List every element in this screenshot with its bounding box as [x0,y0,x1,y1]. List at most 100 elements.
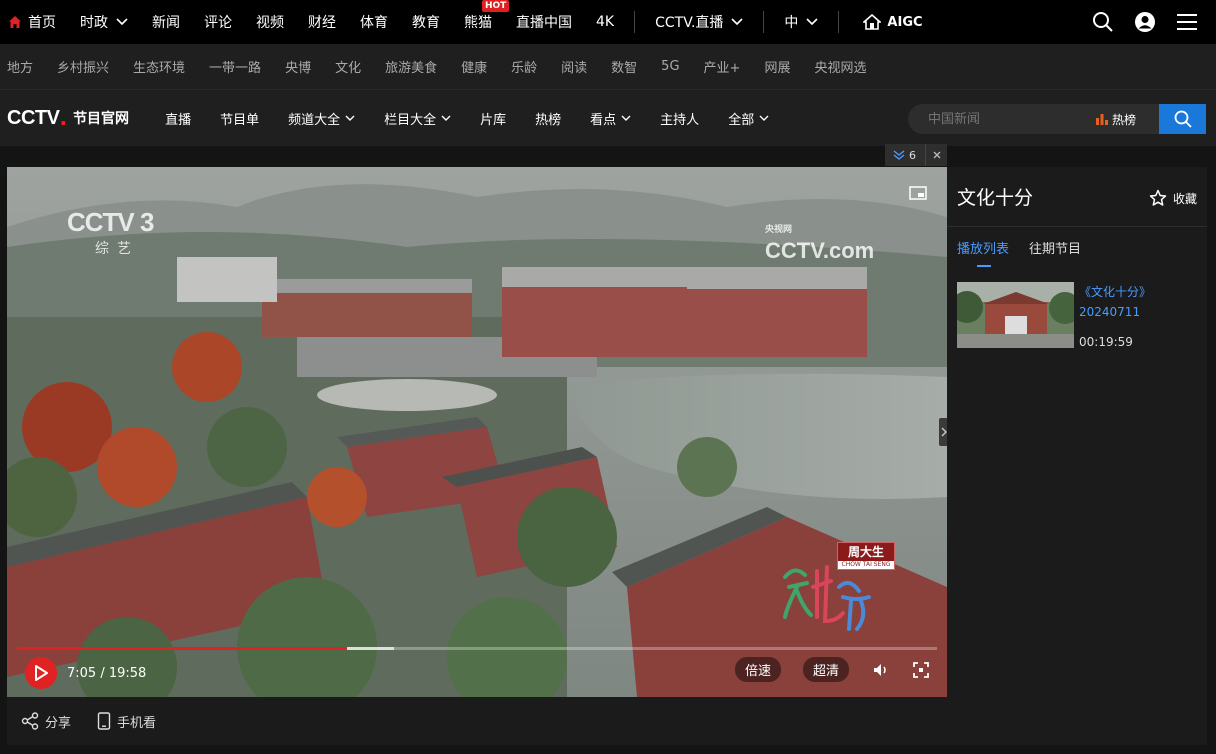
nav-schedule[interactable]: 节目单 [220,109,259,128]
bar-chart-icon [1096,114,1108,125]
sub-item-reading[interactable]: 阅读 [561,57,587,76]
nav-columns-label: 栏目大全 [384,112,437,128]
controls-right: 倍速 超清 [713,657,929,682]
nav-hosts[interactable]: 主持人 [660,109,699,128]
sub-item-yangbo[interactable]: 央博 [285,57,311,76]
tab-playlist[interactable]: 播放列表 [957,238,1009,267]
nav-all[interactable]: 全部 [728,109,769,128]
watermark-text: CCTV [765,238,823,263]
nav-highlights-label: 看点 [590,112,617,128]
nav-4k[interactable]: 4K [584,0,626,44]
hot-rank-label: 热榜 [1112,112,1137,127]
episode-date: 20240711 [1079,305,1141,319]
nav-channels[interactable]: 频道大全 [288,109,355,128]
watermark-small: 央视网 [765,224,793,234]
pip-icon [909,186,927,200]
nav-channels-label: 频道大全 [288,112,341,128]
sub-item-local[interactable]: 地方 [7,57,33,76]
nav-finance[interactable]: 财经 [296,0,348,44]
cctv-logo[interactable]: CCTV . 节目官网 [7,106,129,130]
nav-library[interactable]: 片库 [480,109,506,128]
menu-icon[interactable] [1176,13,1198,31]
quality-button[interactable]: 超清 [802,657,849,682]
fullscreen-icon [913,661,929,678]
picture-in-picture-button[interactable] [909,185,927,204]
cctv-com-watermark: 央视网 CCTV.com [765,212,874,264]
sub-item-5g[interactable]: 5G [661,59,679,74]
progress-bar[interactable] [17,647,937,650]
nav-commentary[interactable]: 评论 [192,0,244,44]
channel-sub-label: 综艺 [95,241,139,257]
user-icon[interactable] [1134,11,1156,33]
tab-past-episodes[interactable]: 往期节目 [1029,238,1081,257]
share-button[interactable]: 分享 [21,712,71,731]
volume-icon [874,663,886,676]
top-right-actions [1092,0,1198,44]
search-icon[interactable] [1092,11,1114,33]
collapse-tab: 6 [885,144,947,166]
mobile-icon [97,712,111,730]
nav-live[interactable]: 直播 [165,109,191,128]
speed-button[interactable]: 倍速 [734,657,781,682]
search-button[interactable] [1159,104,1206,134]
list-item[interactable]: 《文化十分》 20240711 00:19:59 [957,282,1197,349]
nav-education[interactable]: 教育 [400,0,452,44]
nav-hot-list[interactable]: 热榜 [535,109,561,128]
sub-item-rural[interactable]: 乡村振兴 [57,57,109,76]
sub-item-digital[interactable]: 数智 [611,57,637,76]
nav-panda[interactable]: 熊猫 HOT [452,0,510,44]
nav-columns[interactable]: 栏目大全 [384,109,451,128]
nav-4k-label: 4K [596,14,615,30]
chevron-down-icon [116,18,128,26]
volume-button[interactable] [873,663,889,677]
nav-finance-label: 财经 [308,15,336,31]
share-label: 分享 [45,715,72,731]
sidebar-header: 文化十分 收藏 [947,167,1207,227]
nav-cctv-live[interactable]: CCTV.直播 [643,0,755,44]
nav-highlights[interactable]: 看点 [590,109,631,128]
share-icon [21,712,39,730]
program-title: 文化十分 [957,187,1034,209]
sub-item-belt-road[interactable]: 一带一路 [209,57,261,76]
expand-toggle[interactable]: 6 [885,149,925,162]
nav-politics[interactable]: 时政 [68,0,140,44]
collapse-count: 6 [909,148,916,162]
program-nav: 直播 节目单 频道大全 栏目大全 片库 热榜 看点 主持人 全部 [165,109,798,128]
aigc-link[interactable]: AIGC [851,0,934,44]
fullscreen-button[interactable] [913,661,929,678]
chevron-down-icon [731,18,743,26]
star-icon [1149,189,1167,206]
sub-item-shop[interactable]: 央视网选 [814,57,866,76]
sub-item-health[interactable]: 健康 [461,57,487,76]
nav-news[interactable]: 新闻 [140,0,192,44]
close-button[interactable] [925,144,947,166]
episode-duration: 00:19:59 [1079,335,1133,349]
search-input[interactable] [928,111,1088,127]
sub-item-senior[interactable]: 乐龄 [511,57,537,76]
sub-item-culture[interactable]: 文化 [335,57,361,76]
double-chevron-down-icon [893,150,905,160]
chevron-down-icon [621,115,631,121]
channel-logo: CCTV 3 综艺 [67,207,154,258]
sub-item-travel-food[interactable]: 旅游美食 [385,57,437,76]
channel-logo-text: CCTV 3 [67,207,154,237]
nav-home[interactable]: 首页 [0,0,68,44]
nav-hot-list-label: 热榜 [535,112,562,128]
language-selector[interactable]: 中 [772,0,830,44]
favorite-button[interactable]: 收藏 [1149,189,1197,207]
nav-video[interactable]: 视频 [244,0,296,44]
sub-item-exhibition[interactable]: 网展 [764,57,790,76]
video-player[interactable]: CCTV 3 综艺 央视网 CCTV.com 周大生 CHOW TAI SENG… [7,167,947,697]
nav-news-label: 新闻 [152,15,180,31]
play-button[interactable] [25,657,57,689]
language-label: 中 [784,15,799,31]
nav-live-china[interactable]: 直播中国 [504,0,584,44]
nav-sports[interactable]: 体育 [348,0,400,44]
sub-item-ecology[interactable]: 生态环境 [133,57,185,76]
search-icon [1174,110,1192,128]
hot-rank-link[interactable]: 热榜 [1096,111,1136,128]
sub-item-industry[interactable]: 产业+ [704,57,741,76]
mobile-watch-button[interactable]: 手机看 [97,712,156,731]
nav-video-label: 视频 [256,15,284,31]
site-name: 节目官网 [73,111,130,127]
